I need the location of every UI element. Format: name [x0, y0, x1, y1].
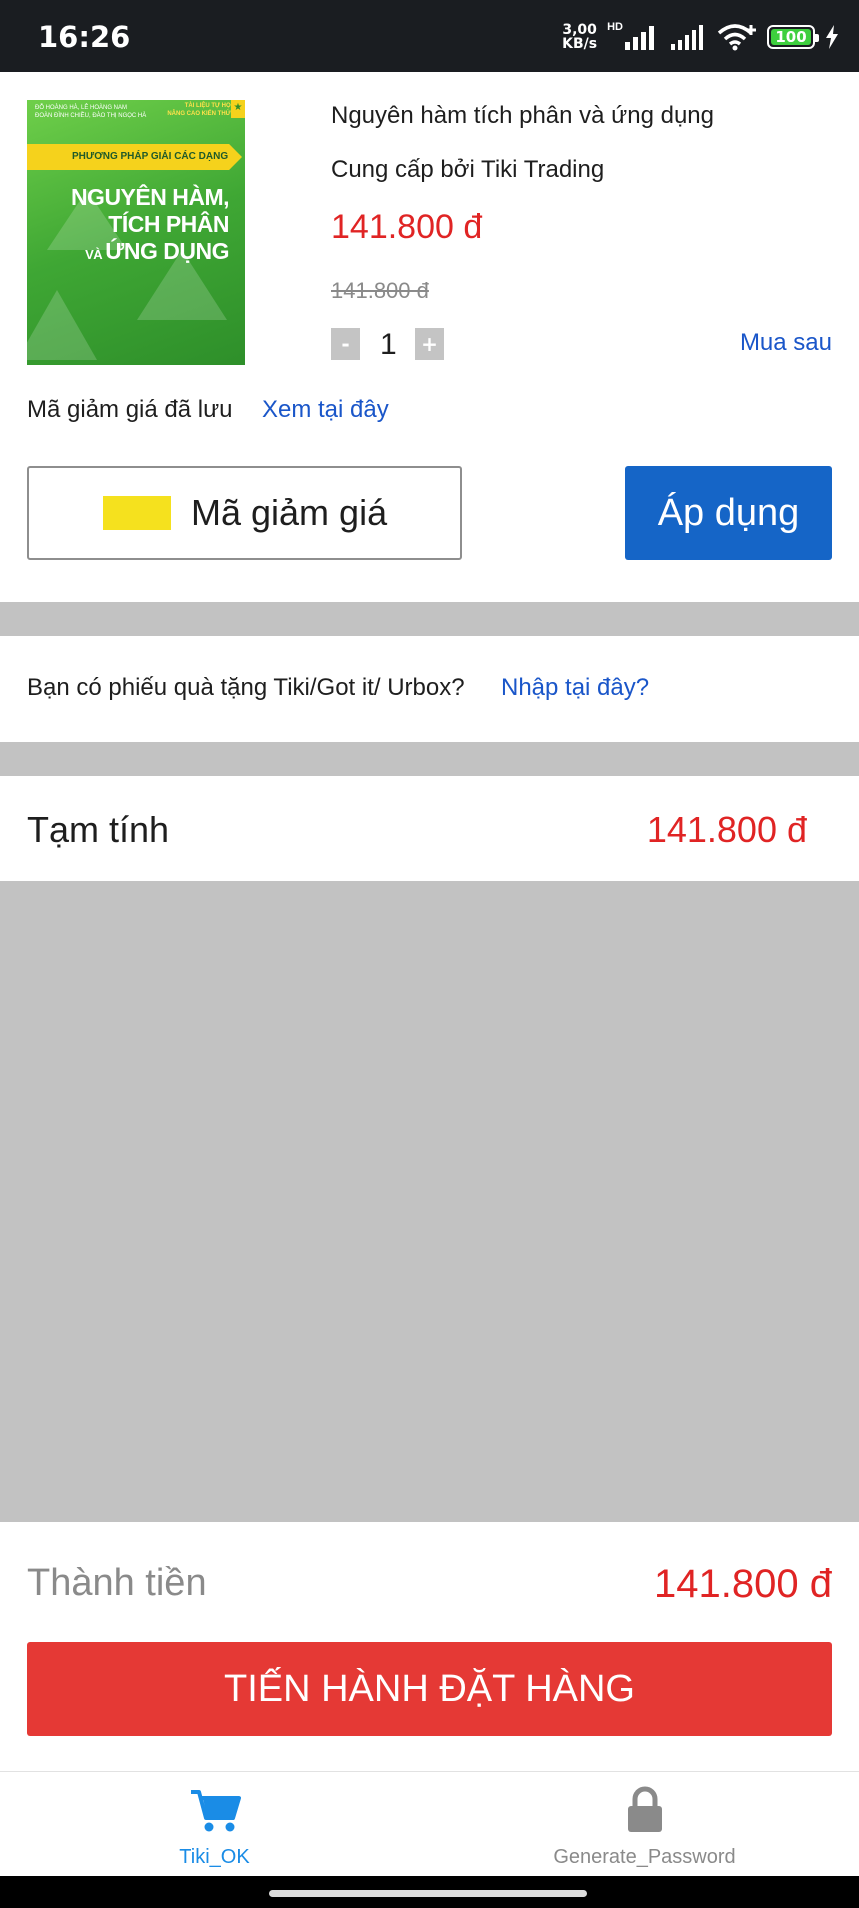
quantity-decrease-button[interactable]: -: [331, 328, 360, 360]
status-bar: 16:26 3,00 KB/s HD 100: [0, 0, 859, 72]
cart-item-panel: ĐỖ HOÀNG HÀ, LÊ HOÀNG NAM ĐOÀN ĐÌNH CHIỀ…: [0, 72, 859, 602]
total-value: 141.800 đ: [654, 1562, 832, 1606]
subtotal-value: 141.800 đ: [646, 809, 807, 850]
signal-icon-2: [671, 25, 703, 50]
coupon-input[interactable]: Mã giảm giá: [27, 466, 462, 560]
tab-generate-password[interactable]: Generate_Password: [430, 1772, 859, 1876]
tab-label: Tiki_OK: [179, 1846, 250, 1868]
cover-title: NGUYÊN HÀM, TÍCH PHÂN VÀ ỨNG DỤNG: [70, 184, 230, 268]
subtotal-panel: Tạm tính 141.800 đ: [0, 776, 859, 881]
hd-label: HD: [607, 21, 623, 33]
charging-icon: [826, 25, 838, 49]
home-indicator[interactable]: [269, 1890, 587, 1897]
network-speed-value: 3,00: [562, 22, 597, 38]
cover-ribbon: PHƯƠNG PHÁP GIẢI CÁC DẠNG TOÁN THPT: [27, 144, 242, 170]
cover-authors: ĐỖ HOÀNG HÀ, LÊ HOÀNG NAM ĐOÀN ĐÌNH CHIỀ…: [35, 105, 147, 119]
checkout-panel: Thành tiền 141.800 đ TIẾN HÀNH ĐẶT HÀNG: [0, 1522, 859, 1772]
product-title[interactable]: Nguyên hàm tích phân và ứng dụng: [331, 102, 714, 130]
wifi-icon: [717, 24, 756, 51]
subtotal-label: Tạm tính: [27, 809, 170, 850]
signal-icon: [625, 26, 654, 50]
tab-tiki-ok[interactable]: Tiki_OK: [0, 1772, 429, 1876]
tab-label: Generate_Password: [553, 1846, 736, 1868]
star-icon: ★: [231, 100, 245, 118]
coupon-input-label: Mã giảm giá: [191, 492, 388, 533]
product-provider: Cung cấp bởi Tiki Trading: [331, 156, 605, 183]
cart-icon: [190, 1790, 241, 1832]
place-order-button[interactable]: TIẾN HÀNH ĐẶT HÀNG: [27, 1642, 832, 1736]
cover-badge: TÀI LIỆU TỰ HỌC NÂNG CAO KIẾN THỨC: [167, 103, 235, 117]
gift-voucher-panel: Bạn có phiếu quà tặng Tiki/Got it/ Urbox…: [0, 636, 859, 742]
network-speed: 3,00 KB/s: [562, 23, 597, 51]
buy-later-link[interactable]: Mua sau: [740, 329, 832, 357]
apply-coupon-button[interactable]: Áp dụng: [625, 466, 832, 560]
status-icons: 3,00 KB/s HD 100: [562, 18, 839, 56]
cover-title-line-3-text: ỨNG DỤNG: [105, 238, 229, 264]
quantity-value: 1: [380, 328, 397, 361]
quantity-increase-button[interactable]: +: [415, 328, 444, 360]
total-label: Thành tiền: [27, 1562, 207, 1604]
bottom-tab-bar: Tiki_OK Generate_Password: [0, 1772, 859, 1876]
system-nav-bar: [0, 1876, 859, 1908]
gift-voucher-text: Bạn có phiếu quà tặng Tiki/Got it/ Urbox…: [27, 674, 465, 701]
status-time: 16:26: [38, 20, 131, 54]
view-saved-coupons-link[interactable]: Xem tại đây: [262, 396, 389, 424]
saved-coupon-label: Mã giảm giá đã lưu: [27, 396, 233, 423]
cover-title-line-1: NGUYÊN HÀM,: [70, 184, 230, 210]
coupon-icon: [103, 496, 171, 530]
lock-icon: [627, 1786, 662, 1832]
network-speed-unit: KB/s: [562, 36, 598, 52]
gift-voucher-link[interactable]: Nhập tại đây?: [501, 674, 649, 702]
product-price: 141.800 đ: [331, 208, 483, 246]
cover-title-line-3: VÀ ỨNG DỤNG: [71, 238, 229, 268]
cover-title-line-2: TÍCH PHÂN: [108, 211, 229, 237]
product-cover-image[interactable]: ĐỖ HOÀNG HÀ, LÊ HOÀNG NAM ĐOÀN ĐÌNH CHIỀ…: [27, 100, 245, 365]
product-original-price: 141.800 đ: [331, 278, 429, 303]
battery-icon: 100: [767, 25, 819, 49]
battery-level: 100: [771, 28, 811, 46]
cover-title-small: VÀ: [85, 247, 106, 262]
